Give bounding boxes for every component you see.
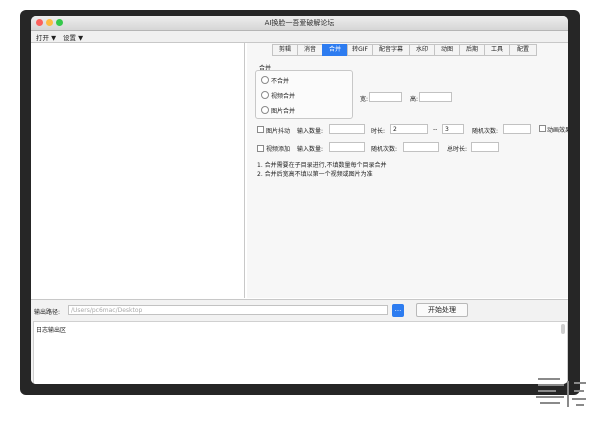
menu-settings[interactable]: 设置 ▼ [63,32,83,42]
height-label: 高: [410,96,419,103]
merge-note-1: 1. 合并需要在子目录进行,不填数量每个目录合并 [257,162,387,169]
image-count-label: 输入数量: [297,128,324,135]
tab-tools[interactable]: 工具 [484,44,510,56]
tab-gif[interactable]: 转GIF [347,44,373,56]
bottom-panel: 输出路径: /Users/pc6mac/Desktop ... 开始处理 日志输… [31,299,568,384]
animation-effect-label: 动画效果 [547,127,568,134]
duration-to-input[interactable]: 3 [442,124,464,134]
video-random-label: 视频添加 [266,146,291,153]
radio-image-merge-label: 图片合并 [271,108,296,115]
watermark-graphic [536,378,586,407]
range-separator: -- [433,126,438,133]
total-duration-input[interactable] [471,142,499,152]
duration-label: 时长: [371,128,386,135]
tab-config[interactable]: 配置 [509,44,537,56]
menu-settings-label: 设置 [63,34,76,42]
start-button[interactable]: 开始处理 [416,303,468,317]
total-duration-label: 总时长: [447,146,468,153]
tab-animation[interactable]: 动图 [434,44,460,56]
merge-options-group: 不合并 视频合并 图片合并 [255,70,353,119]
tab-clip[interactable]: 剪辑 [272,44,298,56]
video-random-count-label: 随机次数: [371,146,398,153]
image-shake-label: 图片抖动 [266,128,291,135]
settings-pane: 剪辑 消音 合并 转GIF 配音字幕 水印 动图 后期 工具 配置 合并 不合并… [247,43,568,298]
output-path-input[interactable]: /Users/pc6mac/Desktop [68,305,388,315]
tab-post[interactable]: 后期 [459,44,485,56]
log-output-area[interactable]: 日志输出区 [33,321,568,384]
menu-open-label: 打开 [36,34,49,42]
log-scrollbar[interactable] [561,324,565,334]
app-window: AI换脸一吾爱破解论坛 打开 ▼ 设置 ▼ 剪辑 消音 合并 转GIF 配音字幕… [31,16,568,384]
menu-open[interactable]: 打开 ▼ [36,32,56,42]
output-path-label: 输出路径: [34,309,61,316]
title-bar: AI换脸一吾爱破解论坛 [31,16,568,31]
tab-dub-subtitle[interactable]: 配音字幕 [372,44,410,56]
triangle-down-icon: ▼ [78,34,84,42]
log-text: 日志输出区 [36,327,67,334]
triangle-down-icon: ▼ [51,34,57,42]
tab-merge[interactable]: 合并 [322,44,348,56]
tab-watermark[interactable]: 水印 [409,44,435,56]
tab-mute[interactable]: 消音 [297,44,323,56]
radio-image-merge[interactable] [261,106,269,114]
image-count-input[interactable] [329,124,365,134]
radio-video-merge-label: 视频合并 [271,93,296,100]
menu-bar: 打开 ▼ 设置 ▼ [31,31,568,43]
video-random-count-input[interactable] [403,142,439,152]
video-random-checkbox[interactable] [257,145,264,152]
video-count-label: 输入数量: [297,146,324,153]
merge-note-2: 2. 合并后宽高不填以第一个视频或图片为准 [257,171,373,178]
image-random-input[interactable] [503,124,531,134]
height-input[interactable] [419,92,452,102]
file-list-pane[interactable] [31,43,245,298]
width-label: 宽: [360,96,369,103]
radio-no-merge[interactable] [261,76,269,84]
window-title: AI换脸一吾爱破解论坛 [264,19,335,27]
radio-no-merge-label: 不合并 [271,78,290,85]
radio-video-merge[interactable] [261,91,269,99]
image-shake-checkbox[interactable] [257,126,264,133]
image-random-label: 随机次数: [472,128,499,135]
browse-button[interactable]: ... [392,304,404,317]
duration-from-input[interactable]: 2 [390,124,428,134]
width-input[interactable] [369,92,402,102]
animation-effect-checkbox[interactable] [539,125,546,132]
video-count-input[interactable] [329,142,365,152]
